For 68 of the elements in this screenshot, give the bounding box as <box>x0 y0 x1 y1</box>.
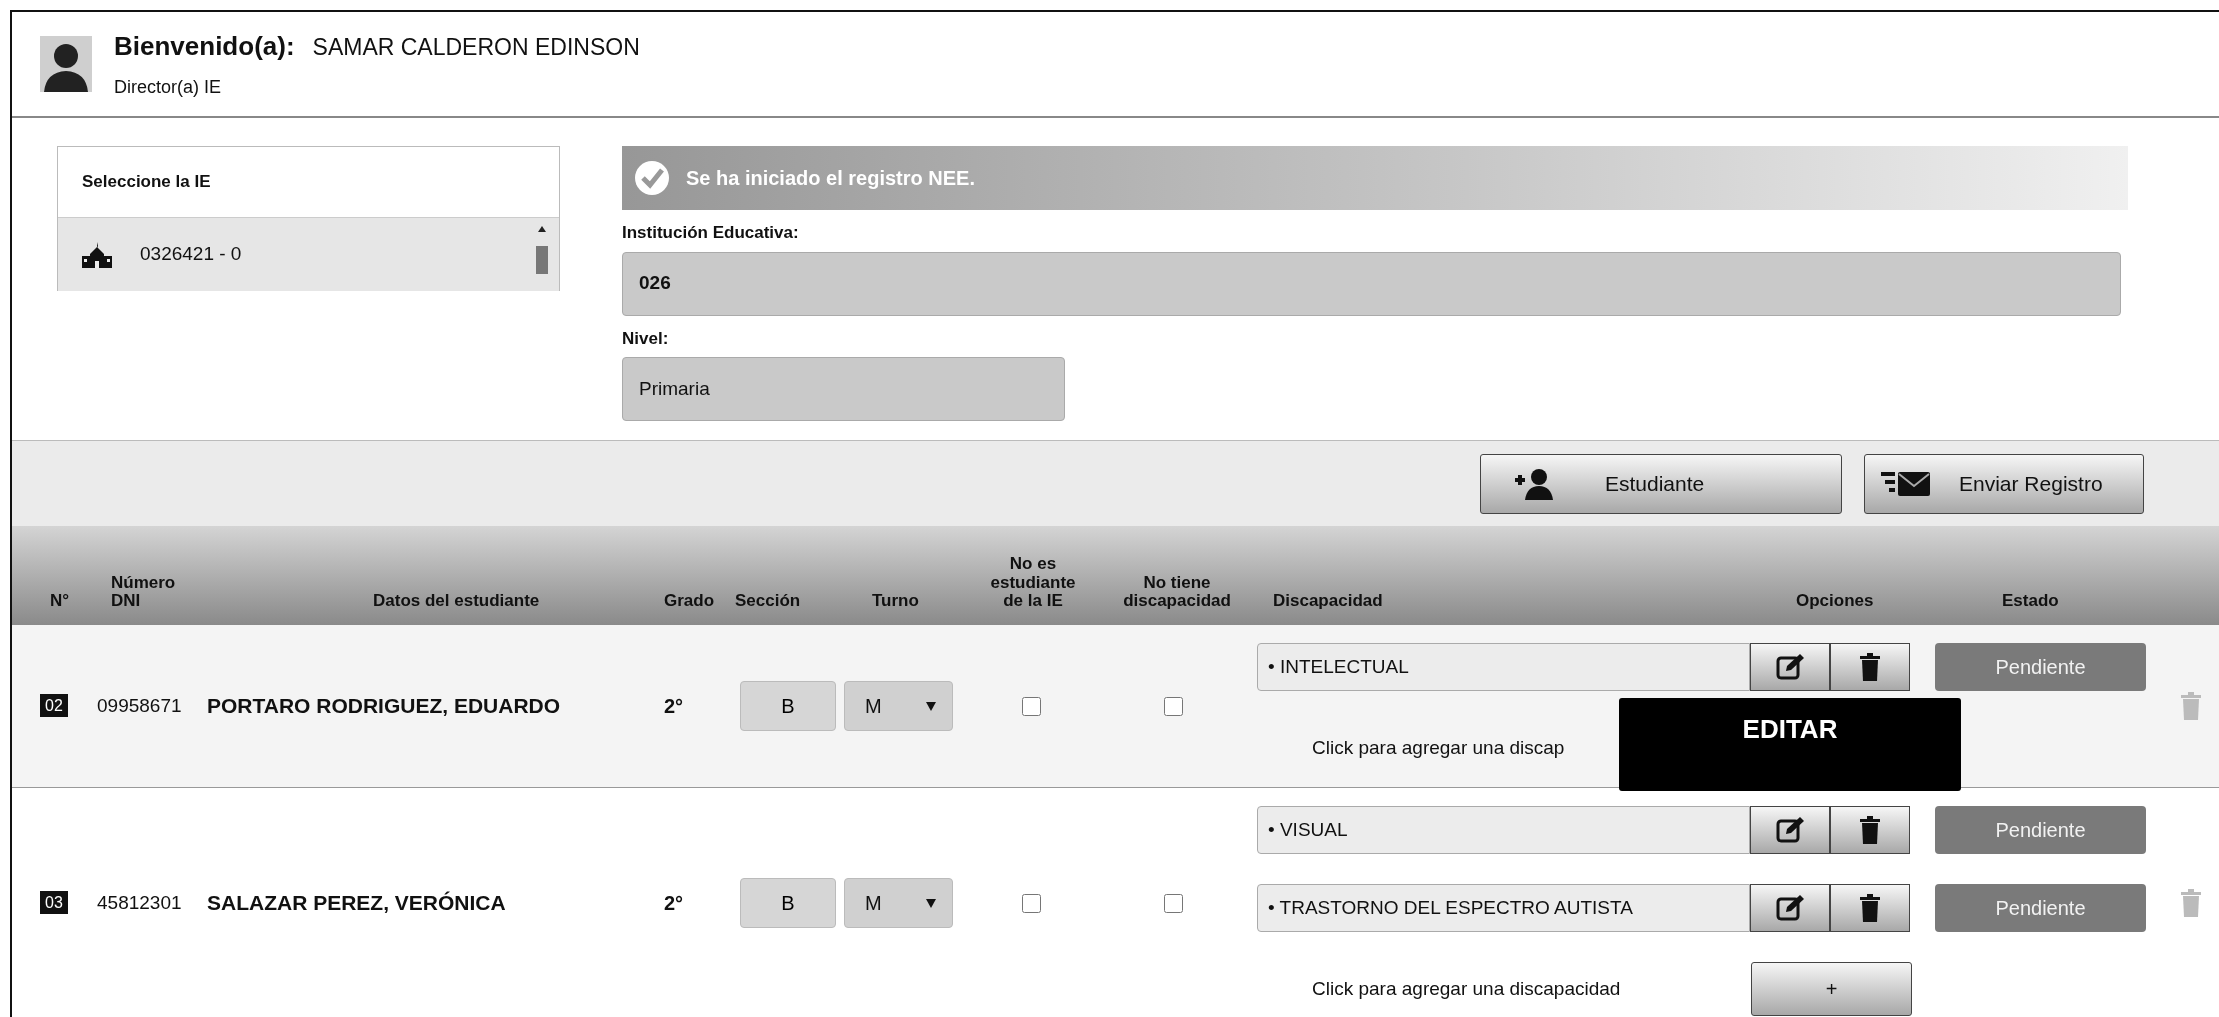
readonly-field: Primaria <box>622 357 1065 421</box>
row-number: 02 <box>40 694 68 717</box>
column-header: No tiene discapacidad <box>1122 573 1232 611</box>
column-header: Grado <box>663 592 716 611</box>
user-name: SAMAR CALDERON EDINSON <box>312 33 640 62</box>
dni-number: 09958671 <box>97 694 182 716</box>
column-header: Turno <box>871 592 920 611</box>
shift-select[interactable]: M <box>844 681 953 731</box>
field-label: Institución Educativa: <box>622 222 800 244</box>
check-circle-icon <box>634 160 670 196</box>
column-header: Discapacidad <box>1272 592 1384 611</box>
edit-icon <box>1776 654 1804 680</box>
trash-icon <box>1859 894 1881 922</box>
send-button[interactable]: Enviar Registro <box>1864 453 2144 514</box>
status-button[interactable]: Pendiente <box>1935 643 2146 691</box>
add-disability-text: Click para agregar una discapacidad <box>1312 976 1621 1001</box>
edit-icon <box>1776 895 1804 921</box>
section-button[interactable]: B <box>740 681 836 731</box>
column-header: No es estudiante de la IE <box>989 554 1077 611</box>
column-header: Número DNI <box>110 573 177 611</box>
school-code: 0326421 - 0 <box>140 242 242 267</box>
trash-icon <box>1859 653 1881 681</box>
section-button[interactable]: B <box>740 878 836 928</box>
column-header: Estado <box>2002 592 2059 611</box>
add-disability-text: Click para agregar una discap <box>1312 735 1565 760</box>
caret-icon <box>926 898 936 908</box>
disability-field: • VISUAL <box>1257 806 1750 854</box>
checkbox[interactable] <box>1022 696 1041 716</box>
delete-button[interactable] <box>1830 806 1910 854</box>
edit-icon <box>1776 817 1804 843</box>
envelope-icon <box>1881 469 1931 498</box>
scroll-bar[interactable] <box>535 224 549 274</box>
add-disability-button[interactable]: + <box>1751 962 1912 1016</box>
delete-button[interactable] <box>1830 643 1910 691</box>
checkbox[interactable] <box>1163 893 1183 913</box>
dni-number: 45812301 <box>97 891 182 913</box>
student-name: SALAZAR PEREZ, VERÓNICA <box>207 891 506 915</box>
edit-button[interactable] <box>1750 806 1830 854</box>
column-header: Sección <box>734 592 802 611</box>
column-header: Datos del estudiante <box>372 592 541 611</box>
caret-icon <box>926 701 936 711</box>
alert-message: Se ha iniciado el registro NEE. <box>686 166 975 191</box>
trash-icon <box>1859 816 1881 844</box>
checkbox[interactable] <box>1022 893 1041 913</box>
panel-title: Seleccione la IE <box>81 171 212 194</box>
edit-button[interactable] <box>1750 884 1830 932</box>
delete-button[interactable] <box>1830 884 1910 932</box>
school-icon <box>82 241 112 268</box>
grade-value: 2° <box>663 892 684 914</box>
add-student-button[interactable]: Estudiante <box>1480 453 1842 514</box>
row-number: 03 <box>40 891 68 914</box>
disability-field: • INTELECTUAL <box>1257 643 1750 691</box>
disability-field: • TRASTORNO DEL ESPECTRO AUTISTA <box>1257 884 1750 932</box>
column-header: Opciones <box>1796 592 1875 611</box>
status-button[interactable]: Pendiente <box>1935 806 2146 854</box>
field-label: Nivel: <box>622 327 670 350</box>
readonly-field: 026 <box>622 251 2121 316</box>
column-header: N° <box>49 592 71 611</box>
user-role: Director(a) IE <box>114 76 222 99</box>
avatar-icon <box>40 36 92 92</box>
tooltip: EDITAR <box>1619 698 1961 791</box>
checkbox[interactable] <box>1163 696 1183 716</box>
welcome-label: Bienvenido(a): <box>114 30 295 63</box>
school-list-item[interactable]: 0326421 - 0 <box>58 217 559 291</box>
status-button[interactable]: Pendiente <box>1935 884 2146 932</box>
grade-value: 2° <box>663 695 684 717</box>
student-name: PORTARO RODRIGUEZ, EDUARDO <box>207 694 561 718</box>
shift-select[interactable]: M <box>844 878 953 928</box>
